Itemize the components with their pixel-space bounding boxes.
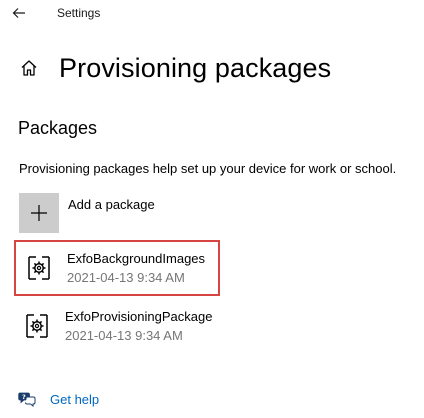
home-icon[interactable] <box>18 57 40 79</box>
section-heading: Packages <box>18 118 98 138</box>
add-package-button[interactable]: Add a package <box>19 193 155 233</box>
page-title: Provisioning packages <box>59 52 332 83</box>
get-help-label: Get help <box>50 391 100 407</box>
package-text: ExfoBackgroundImages 2021-04-13 9:34 AM <box>67 251 205 285</box>
provisioning-package-icon <box>24 253 54 283</box>
package-text: ExfoProvisioningPackage 2021-04-13 9:34 … <box>65 309 212 343</box>
title-bar: Settings <box>0 0 424 28</box>
provisioning-package-icon <box>22 311 52 341</box>
package-name: ExfoProvisioningPackage <box>65 309 213 324</box>
page-header: Provisioning packages <box>18 50 331 86</box>
package-name: ExfoBackgroundImages <box>67 251 206 266</box>
back-arrow-icon <box>12 8 25 18</box>
package-item-exfobackgroundimages[interactable]: ExfoBackgroundImages 2021-04-13 9:34 AM <box>14 240 220 296</box>
settings-window: Settings Provisioning packages Packages … <box>0 0 424 418</box>
back-button[interactable] <box>8 3 30 23</box>
package-item-exfoprovisioningpackage[interactable]: ExfoProvisioningPackage 2021-04-13 9:34 … <box>14 300 220 356</box>
section-description: Provisioning packages help set up your d… <box>19 161 397 176</box>
svg-text:?: ? <box>22 393 26 401</box>
get-help-link[interactable]: ? Get help <box>18 389 99 409</box>
package-date: 2021-04-13 9:34 AM <box>65 328 183 343</box>
add-package-tile <box>19 193 59 233</box>
get-help-icon: ? <box>18 390 36 408</box>
plus-icon <box>31 205 47 221</box>
app-title: Settings <box>57 6 101 20</box>
add-package-label: Add a package <box>68 197 155 212</box>
package-date: 2021-04-13 9:34 AM <box>67 270 185 285</box>
